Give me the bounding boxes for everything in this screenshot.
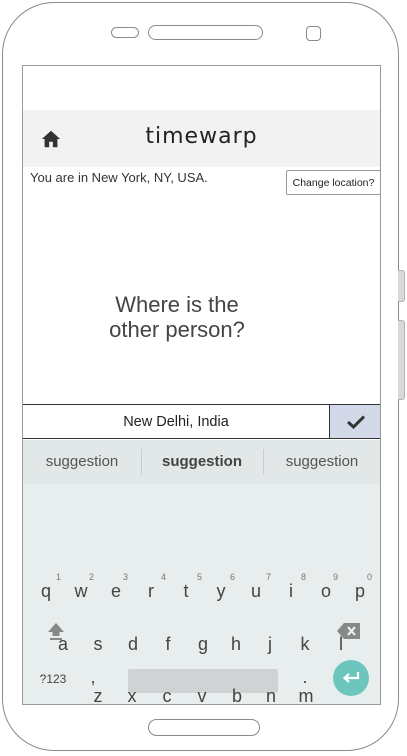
change-location-button[interactable]: Change location? [286,170,380,195]
key-v[interactable]: v [187,686,217,704]
key-e[interactable]: e [101,581,131,602]
enter-key[interactable] [333,660,369,696]
key-number-hint: 4 [161,572,167,582]
suggestion-middle[interactable]: suggestion [142,440,262,484]
key-number-hint: 5 [197,572,203,582]
checkmark-icon [346,414,365,429]
app-title: timewarp [145,124,258,149]
key-c[interactable]: c [152,686,182,704]
comma-key[interactable]: , [83,667,103,688]
key-m[interactable]: m [291,686,321,704]
suggestion-right[interactable]: suggestion [264,440,380,484]
key-number-hint: 8 [301,572,307,582]
key-number-hint: 6 [230,572,236,582]
period-key[interactable]: . [295,667,315,688]
hardware-home-button[interactable] [148,719,260,736]
key-x[interactable]: x [117,686,147,704]
key-k[interactable]: k [290,634,320,655]
current-location-text: You are in New York, NY, USA. [30,170,208,185]
key-t[interactable]: t [171,581,201,602]
destination-input[interactable] [23,405,330,438]
key-s[interactable]: s [83,634,113,655]
destination-input-row [23,404,380,439]
key-p[interactable]: p [345,581,375,602]
key-number-hint: 7 [266,572,272,582]
suggestion-bar: suggestion suggestion suggestion [23,440,380,484]
key-number-hint: 1 [56,572,62,582]
key-f[interactable]: f [153,634,183,655]
earpiece-speaker [148,25,263,40]
key-number-hint: 0 [367,572,373,582]
key-number-hint: 2 [89,572,95,582]
key-w[interactable]: w [66,581,96,602]
question-line-2: other person? [109,317,245,342]
key-z[interactable]: z [83,686,113,704]
key-y[interactable]: y [206,581,236,602]
app-header: timewarp [23,110,380,167]
key-n[interactable]: n [256,686,286,704]
enter-icon [342,672,360,683]
volume-button[interactable] [398,320,405,400]
key-g[interactable]: g [188,634,218,655]
symbols-key[interactable]: ?123 [35,672,71,686]
key-u[interactable]: u [241,581,271,602]
key-i[interactable]: i [276,581,306,602]
key-o[interactable]: o [311,581,341,602]
key-h[interactable]: h [221,634,251,655]
key-j[interactable]: j [255,634,285,655]
key-a[interactable]: a [48,634,78,655]
suggestion-left[interactable]: suggestion [23,440,141,484]
question-line-1: Where is the [115,292,239,317]
key-l[interactable]: l [326,634,356,655]
key-b[interactable]: b [222,686,252,704]
key-d[interactable]: d [118,634,148,655]
power-button[interactable] [398,270,405,302]
screen: timewarp You are in New York, NY, USA. C… [22,65,381,705]
key-number-hint: 3 [123,572,129,582]
front-camera [306,26,321,41]
question-heading: Where is the other person? [23,292,331,342]
confirm-button[interactable] [330,405,380,438]
key-number-hint: 9 [333,572,339,582]
sensor [111,27,139,38]
soft-keyboard: suggestion suggestion suggestion ?123 , … [23,440,380,704]
key-q[interactable]: q [31,581,61,602]
key-r[interactable]: r [136,581,166,602]
